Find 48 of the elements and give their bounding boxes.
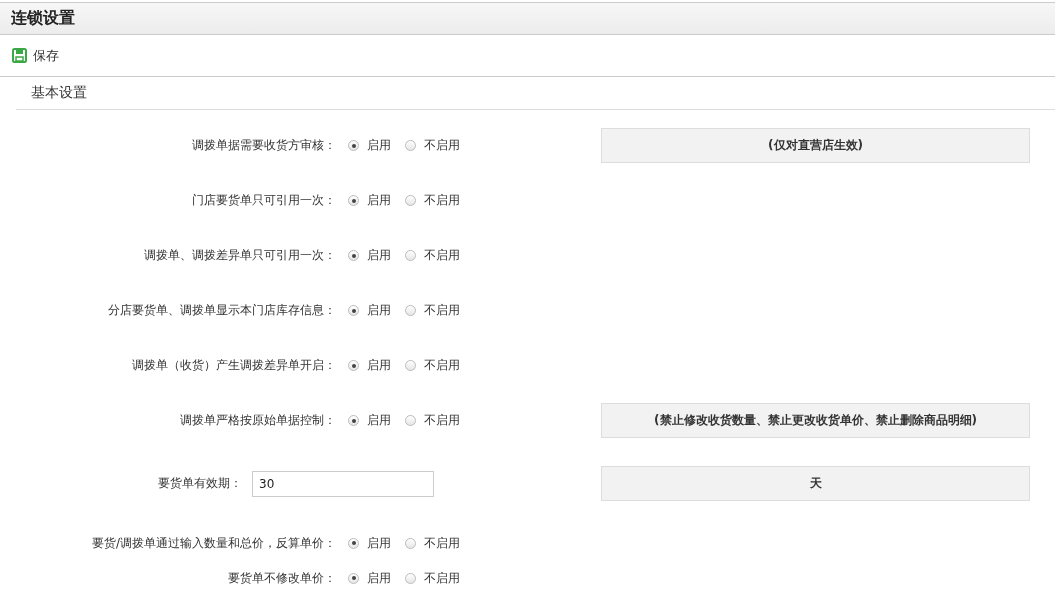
setting-label: 要货单有效期： bbox=[157, 475, 243, 492]
radio-button[interactable] bbox=[405, 305, 416, 316]
radio-button[interactable] bbox=[348, 140, 359, 151]
radio-button[interactable] bbox=[348, 537, 359, 549]
note-panel: (禁止修改收货数量、禁止更改收货单价、禁止删除商品明细) bbox=[601, 403, 1030, 438]
setting-label: 要货/调拨单通过输入数量和总价，反算单价： bbox=[90, 534, 337, 552]
page-title: 连锁设置 bbox=[11, 8, 75, 29]
radio-button[interactable] bbox=[405, 195, 416, 206]
radio-label[interactable]: 不启用 bbox=[424, 137, 460, 154]
section-title: 基本设置 bbox=[31, 84, 87, 102]
radio-label[interactable]: 不启用 bbox=[424, 247, 460, 264]
radio-button[interactable] bbox=[405, 572, 416, 584]
setting-label: 要货单不修改单价： bbox=[227, 569, 337, 587]
setting-label: 分店要货单、调拨单显示本门店库存信息： bbox=[107, 302, 337, 319]
radio-button[interactable] bbox=[405, 140, 416, 151]
note-panel: 天 bbox=[601, 466, 1030, 501]
input-field[interactable]: 30 bbox=[252, 470, 434, 497]
radio-label[interactable]: 启用 bbox=[367, 534, 391, 552]
radio-button[interactable] bbox=[405, 250, 416, 261]
radio-label[interactable]: 不启用 bbox=[424, 534, 460, 552]
setting-label: 调拨单据需要收货方审核： bbox=[191, 137, 337, 154]
radio-label[interactable]: 启用 bbox=[367, 569, 391, 587]
radio-button[interactable] bbox=[348, 415, 359, 426]
radio-label[interactable]: 启用 bbox=[367, 247, 391, 264]
radio-label[interactable]: 启用 bbox=[367, 357, 391, 374]
radio-button[interactable] bbox=[405, 415, 416, 426]
radio-label[interactable]: 不启用 bbox=[424, 192, 460, 209]
save-button[interactable]: 保存 bbox=[12, 44, 59, 67]
note-panel: (仅对直营店生效) bbox=[601, 128, 1030, 163]
radio-label[interactable]: 启用 bbox=[367, 192, 391, 209]
radio-label[interactable]: 不启用 bbox=[424, 569, 460, 587]
radio-label[interactable]: 启用 bbox=[367, 412, 391, 429]
radio-label[interactable]: 启用 bbox=[367, 302, 391, 319]
radio-label[interactable]: 启用 bbox=[367, 137, 391, 154]
radio-button[interactable] bbox=[405, 537, 416, 549]
radio-button[interactable] bbox=[348, 195, 359, 206]
setting-label: 调拨单严格按原始单据控制： bbox=[179, 412, 337, 429]
setting-label: 门店要货单只可引用一次： bbox=[191, 192, 337, 209]
setting-label: 调拨单（收货）产生调拨差异单开启： bbox=[131, 357, 337, 374]
radio-button[interactable] bbox=[348, 250, 359, 261]
radio-label[interactable]: 不启用 bbox=[424, 302, 460, 319]
setting-label: 调拨单、调拨差异单只可引用一次： bbox=[143, 247, 337, 264]
radio-button[interactable] bbox=[348, 572, 359, 584]
radio-button[interactable] bbox=[405, 360, 416, 371]
radio-button[interactable] bbox=[348, 360, 359, 371]
radio-label[interactable]: 不启用 bbox=[424, 412, 460, 429]
radio-button[interactable] bbox=[348, 305, 359, 316]
radio-label[interactable]: 不启用 bbox=[424, 357, 460, 374]
